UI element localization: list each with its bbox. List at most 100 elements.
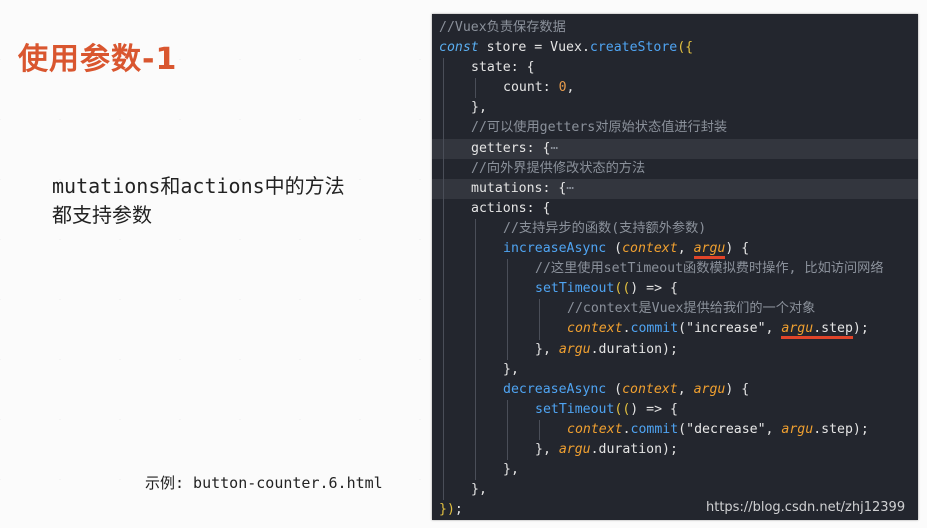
indent-guide	[475, 379, 476, 400]
indent-guide	[443, 178, 444, 199]
indent-guide	[443, 439, 444, 461]
indent-guide	[507, 399, 508, 420]
indent-guide	[539, 319, 540, 340]
indent-guide	[475, 439, 476, 461]
code-token-underlined: argu	[693, 241, 726, 260]
indent-guide	[443, 239, 444, 260]
code-line: },	[432, 460, 918, 481]
code-token: : {	[510, 60, 535, 76]
code-token: setTimeout	[535, 401, 615, 417]
indent-guide	[443, 339, 444, 360]
indent-guide	[443, 299, 444, 320]
code-token: },	[535, 341, 559, 357]
indent-guide	[475, 279, 476, 300]
code-token: ,	[677, 381, 694, 397]
code-line: //这里使用setTimeout函数模拟费时操作, 比如访问网络	[432, 259, 918, 280]
code-line: //context是Vuex提供给我们的一个对象	[432, 299, 918, 320]
indent-guide	[443, 158, 444, 179]
code-token: .	[581, 40, 590, 56]
code-line: mutations: {⋯	[432, 178, 918, 199]
code-token: context	[622, 381, 678, 397]
indent-guide	[475, 299, 476, 320]
code-line: },	[432, 98, 918, 119]
code-line: //向外界提供修改状态的方法	[432, 158, 918, 179]
code-token: "decrease"	[686, 421, 766, 437]
code-token: .	[622, 421, 631, 437]
code-token: ((	[614, 281, 631, 297]
code-token: ) => {	[630, 401, 678, 417]
code-token: commit	[630, 321, 679, 337]
code-line: context.commit("increase", argu.step);	[432, 319, 918, 340]
indent-guide	[443, 419, 444, 440]
indent-guide	[539, 299, 540, 320]
code-token: ({	[677, 40, 694, 56]
indent-guide	[443, 259, 444, 280]
indent-guide	[507, 259, 508, 280]
code-token: : {	[542, 180, 567, 196]
code-token: },	[503, 462, 519, 478]
indent-guide	[475, 460, 476, 481]
code-line: actions: {	[432, 198, 918, 219]
code-token: argu	[781, 421, 814, 437]
indent-guide	[475, 419, 476, 440]
indent-guide	[507, 339, 508, 360]
code-line: }, argu.duration);	[432, 339, 918, 360]
indent-guide	[539, 419, 540, 440]
code-token: (	[678, 421, 687, 437]
code-token: (	[606, 241, 623, 257]
code-token: (	[678, 321, 687, 337]
code-token: count	[503, 80, 543, 96]
indent-guide	[507, 279, 508, 300]
indent-guide	[475, 359, 476, 380]
code-token: },	[535, 441, 559, 457]
indent-guide	[475, 259, 476, 280]
code-token: .	[622, 321, 631, 337]
indent-guide	[443, 379, 444, 400]
code-token: ,	[677, 241, 694, 257]
code-token-underlined: .step	[813, 321, 853, 340]
code-token: },	[471, 482, 487, 498]
code-token: : {	[526, 200, 551, 216]
indent-guide	[443, 460, 444, 481]
code-token: Vuex	[550, 40, 582, 56]
code-token: ((	[614, 401, 631, 417]
code-line: }, argu.duration);	[432, 439, 918, 461]
code-token: 0	[558, 80, 567, 96]
code-token: context	[567, 421, 623, 437]
code-token: increaseAsync	[503, 241, 607, 257]
indent-guide	[507, 299, 508, 320]
code-line: },	[432, 480, 918, 501]
indent-guide	[443, 480, 444, 501]
code-token: setTimeout	[535, 281, 615, 297]
code-line: state: {	[432, 58, 918, 79]
indent-guide	[507, 319, 508, 340]
code-token: argu	[558, 341, 591, 357]
code-token: const	[439, 40, 479, 56]
code-token: mutations	[471, 180, 543, 196]
code-token: argu	[693, 381, 726, 397]
indent-guide	[475, 319, 476, 340]
code-token: //向外界提供修改状态的方法	[471, 160, 646, 176]
code-token: context	[622, 241, 678, 257]
description: mutations和actions中的方法 都支持参数	[52, 172, 345, 230]
code-line: decreaseAsync (context, argu) {	[432, 379, 918, 400]
indent-guide	[443, 78, 444, 99]
watermark: https://blog.csdn.net/zhj12399	[706, 500, 906, 515]
code-token: })	[439, 502, 455, 518]
indent-guide	[443, 58, 444, 79]
code-token: actions	[471, 200, 527, 216]
code-line: setTimeout(() => {	[432, 279, 918, 300]
code-token: : {	[526, 140, 551, 156]
indent-guide	[443, 279, 444, 300]
example-filename: 示例: button-counter.6.html	[145, 474, 383, 492]
indent-guide	[443, 138, 444, 159]
indent-guide	[475, 218, 476, 240]
code-token: //context是Vuex提供给我们的一个对象	[567, 301, 816, 317]
code-token: .duration);	[590, 341, 678, 357]
code-token: },	[503, 361, 519, 377]
indent-guide	[475, 78, 476, 99]
code-token: //Vuex负责保存数据	[439, 20, 566, 35]
description-line-2: 都支持参数	[52, 203, 152, 227]
code-panel: //Vuex负责保存数据 const store = Vuex.createSto…	[432, 14, 918, 520]
code-line: getters: {⋯	[432, 138, 918, 159]
